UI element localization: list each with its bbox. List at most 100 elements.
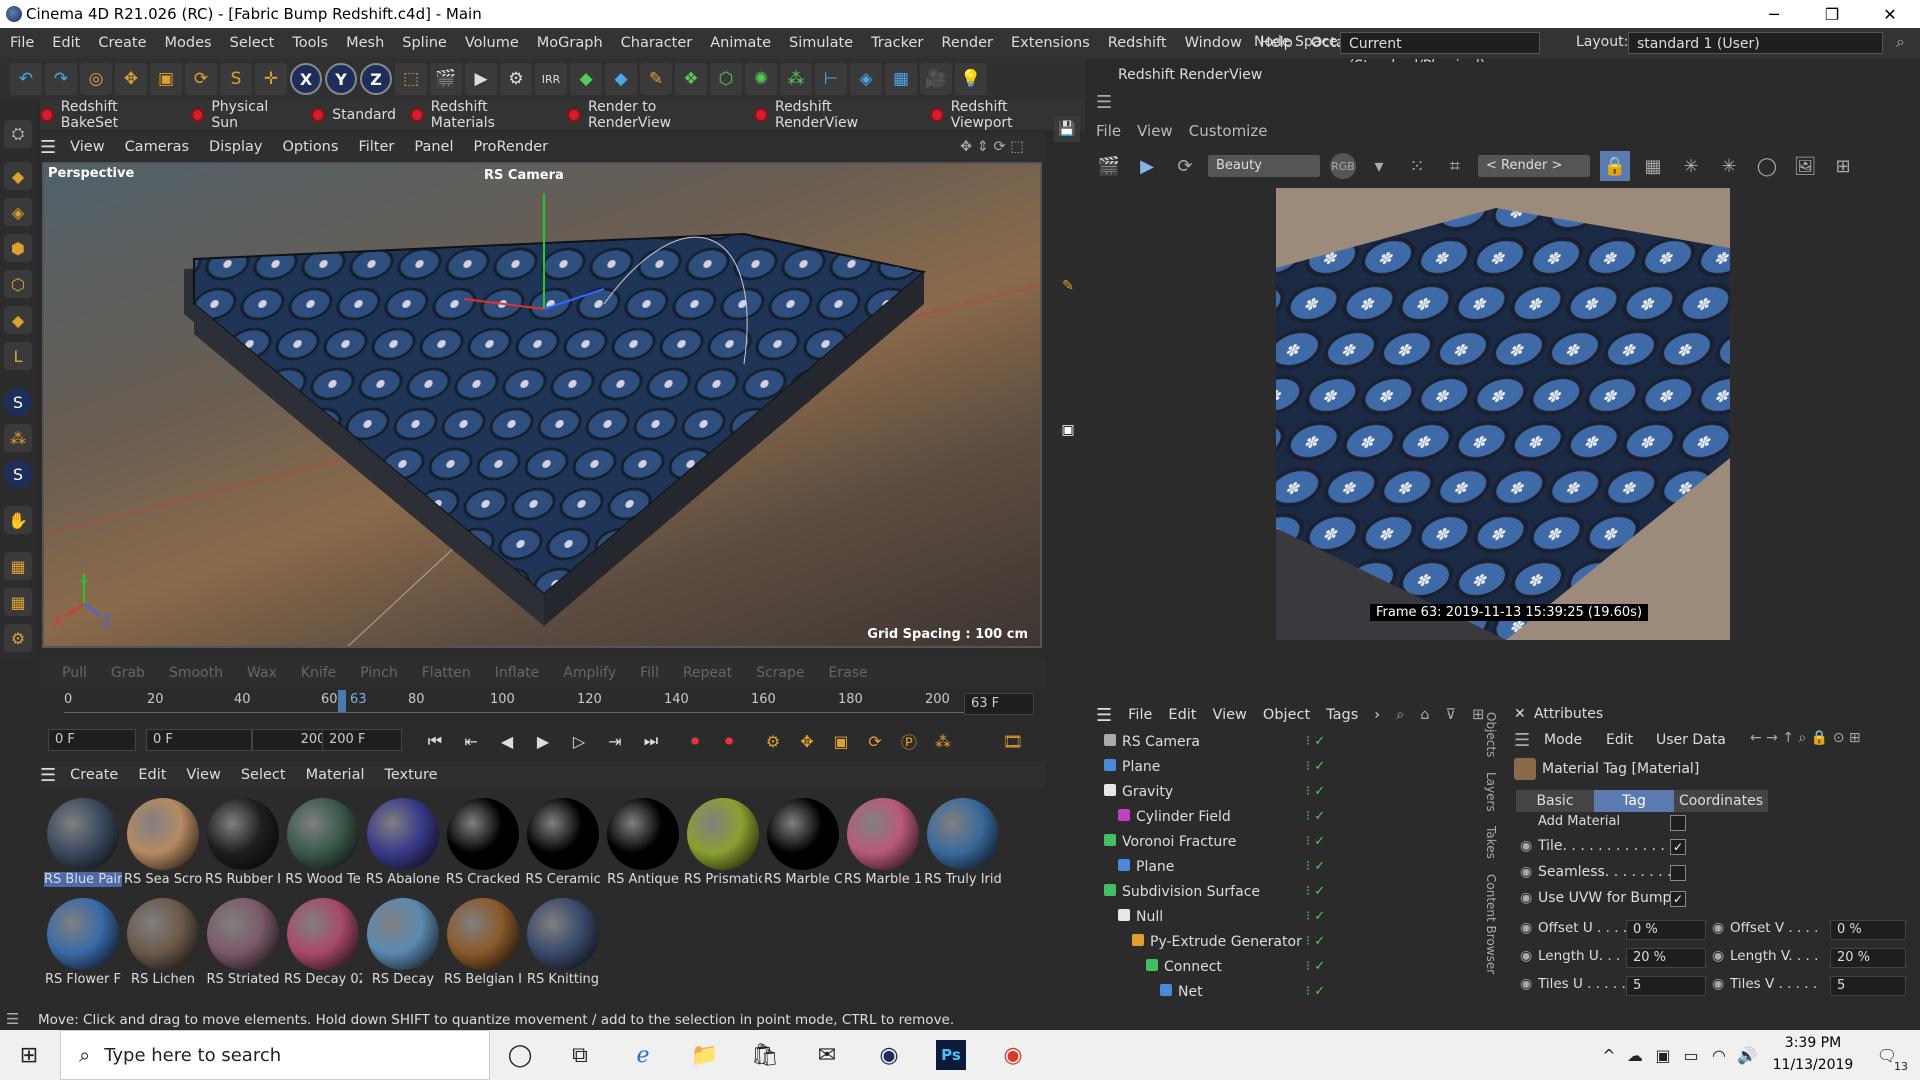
menu-volume[interactable]: Volume: [465, 35, 519, 51]
search-icon[interactable]: ⌕: [1896, 32, 1905, 52]
clapper-icon[interactable]: 🎬: [1094, 151, 1124, 181]
object-row[interactable]: Cylinder Field: [1118, 805, 1384, 829]
tile-checkbox[interactable]: ✓: [1670, 839, 1686, 855]
status-hamburger-icon[interactable]: ☰: [6, 1010, 19, 1028]
length-u-anim-icon[interactable]: ◉: [1520, 948, 1532, 964]
visibility-toggle-icon[interactable]: ⁝ ✓: [1306, 734, 1325, 749]
tab-tag[interactable]: Tag: [1594, 790, 1674, 812]
objects-menu-view[interactable]: View: [1213, 707, 1247, 723]
redshift-renderview-button[interactable]: Redshift RenderView: [754, 99, 916, 131]
play-icon[interactable]: ▶: [530, 728, 556, 754]
material-swatch[interactable]: RS Belgian I: [444, 896, 522, 994]
camera-icon[interactable]: 🎥: [920, 63, 952, 95]
redshift-bakeset-button[interactable]: Redshift BakeSet: [40, 99, 177, 131]
render-to-renderview-button[interactable]: Render to RenderView: [567, 99, 740, 131]
move-icon[interactable]: ✥: [115, 63, 147, 95]
save-icon[interactable]: 💾: [1054, 116, 1080, 142]
key-parameter-icon[interactable]: Ⓟ: [896, 728, 922, 754]
sculpt-inflate[interactable]: Inflate: [495, 665, 540, 681]
physical-sun-button[interactable]: Physical Sun: [190, 99, 298, 131]
material-swatch[interactable]: RS Decay: [364, 896, 442, 994]
cortana-icon[interactable]: ◯: [505, 1040, 535, 1070]
redo-icon[interactable]: ↷: [45, 63, 77, 95]
attributes-close-icon[interactable]: ✕: [1514, 706, 1526, 722]
object-row[interactable]: Subdivision Surface: [1104, 880, 1384, 904]
key-rotation-icon[interactable]: ⟳: [862, 728, 888, 754]
redshift-viewport-button[interactable]: Redshift Viewport: [929, 99, 1071, 131]
key-pla-icon[interactable]: ⁂: [930, 728, 956, 754]
object-row[interactable]: Voronoi Fracture: [1104, 830, 1384, 854]
sculpt-pinch[interactable]: Pinch: [360, 665, 397, 681]
record-keys-icon[interactable]: ⏺: [682, 728, 708, 754]
current-frame-field[interactable]: 63 F: [964, 693, 1034, 715]
material-swatch[interactable]: RS Knitting: [524, 896, 602, 994]
length-v-anim-icon[interactable]: ◉: [1712, 948, 1724, 964]
material-menu-create[interactable]: Create: [70, 767, 118, 783]
object-row[interactable]: Connect: [1146, 955, 1384, 979]
material-swatch[interactable]: RS Rubber I: [204, 796, 282, 894]
rgb-channel-button[interactable]: RGB: [1330, 153, 1356, 179]
sculpt-pull[interactable]: Pull: [62, 665, 87, 681]
light-icon[interactable]: 💡: [955, 63, 987, 95]
end-frame-field[interactable]: 200 F: [322, 729, 402, 751]
render-view-icon[interactable]: ▶: [465, 63, 497, 95]
aov-dropdown[interactable]: Beauty: [1208, 155, 1320, 177]
volume-icon[interactable]: 🔊: [1732, 1040, 1762, 1070]
object-row[interactable]: Net: [1160, 980, 1384, 1004]
z-axis-lock-button[interactable]: Z: [360, 63, 392, 95]
viewport-hamburger-icon[interactable]: ☰: [40, 137, 56, 158]
scale-icon[interactable]: ▣: [150, 63, 182, 95]
points-mode-icon[interactable]: ⬢: [4, 234, 32, 262]
viewport-navigation-icons[interactable]: ✥ ⇕ ⟳ ⬚: [960, 139, 1024, 155]
photoshop-icon[interactable]: Ps: [936, 1040, 966, 1070]
menu-redshift[interactable]: Redshift: [1108, 35, 1167, 51]
sculpt-repeat[interactable]: Repeat: [683, 665, 732, 681]
previous-key-icon[interactable]: ⇤: [458, 728, 484, 754]
grid-icon[interactable]: ▦: [4, 588, 32, 616]
visibility-toggle-icon[interactable]: ⁝ ✓: [1306, 809, 1325, 824]
bake-icon[interactable]: ▣: [1056, 422, 1080, 446]
material-menu-view[interactable]: View: [186, 767, 220, 783]
renderview-hamburger-icon[interactable]: ☰: [1096, 92, 1112, 113]
sculpt-fill[interactable]: Fill: [640, 665, 659, 681]
magnet-icon[interactable]: ✋: [4, 506, 32, 534]
deformer-icon[interactable]: ⊢: [815, 63, 847, 95]
keyframe-selection-icon[interactable]: ⚙: [760, 728, 786, 754]
material-menu-select[interactable]: Select: [241, 767, 286, 783]
offset-u-field[interactable]: 0 %: [1626, 920, 1706, 940]
snowflake-settings-icon[interactable]: ✳: [1714, 151, 1744, 181]
material-menu-edit[interactable]: Edit: [138, 767, 166, 783]
material-swatch[interactable]: RS Flower F: [44, 896, 122, 994]
task-view-icon[interactable]: ⧉: [565, 1040, 595, 1070]
live-selection-icon[interactable]: ◎: [80, 63, 112, 95]
material-swatch[interactable]: RS Blue Pair: [44, 796, 122, 894]
menu-create[interactable]: Create: [98, 35, 146, 51]
menu-edit[interactable]: Edit: [52, 35, 80, 51]
add-snapshot-icon[interactable]: ⊞: [1828, 151, 1858, 181]
tile-grid-icon[interactable]: ▦: [1638, 151, 1668, 181]
visibility-toggle-icon[interactable]: ⁝ ✓: [1306, 859, 1325, 874]
attributes-menu-edit[interactable]: Edit: [1606, 732, 1633, 748]
timeline-ruler[interactable]: 0 20 40 60 80 100 120 140 160 180 200 63…: [40, 690, 1045, 720]
visibility-toggle-icon[interactable]: ⁝ ✓: [1306, 959, 1325, 974]
menu-simulate[interactable]: Simulate: [789, 35, 853, 51]
node-space-dropdown[interactable]: Current (Standard/Physical): [1340, 32, 1540, 74]
edges-mode-icon[interactable]: ⬡: [4, 270, 32, 298]
viewport-menu-view[interactable]: View: [70, 139, 104, 155]
sculpt-erase[interactable]: Erase: [829, 665, 868, 681]
menu-file[interactable]: File: [10, 35, 34, 51]
material-swatch[interactable]: RS Striated: [204, 896, 282, 994]
polygons-mode-icon[interactable]: ◆: [4, 306, 32, 334]
objects-menu-more-icon[interactable]: ›: [1374, 707, 1380, 723]
seamless-checkbox[interactable]: [1670, 865, 1686, 881]
cube-icon[interactable]: ◆: [570, 63, 602, 95]
menu-tracker[interactable]: Tracker: [871, 35, 923, 51]
y-axis-lock-button[interactable]: Y: [325, 63, 357, 95]
material-swatch[interactable]: RS Truly Irid: [924, 796, 1002, 894]
use-uvw-checkbox[interactable]: ✓: [1670, 891, 1686, 907]
sculpt-amplify[interactable]: Amplify: [563, 665, 616, 681]
onedrive-icon[interactable]: ☁: [1620, 1040, 1650, 1070]
mail-icon[interactable]: ✉: [812, 1040, 842, 1070]
tab-objects[interactable]: Objects: [1484, 712, 1498, 757]
objects-menu-tags[interactable]: Tags: [1326, 707, 1358, 723]
